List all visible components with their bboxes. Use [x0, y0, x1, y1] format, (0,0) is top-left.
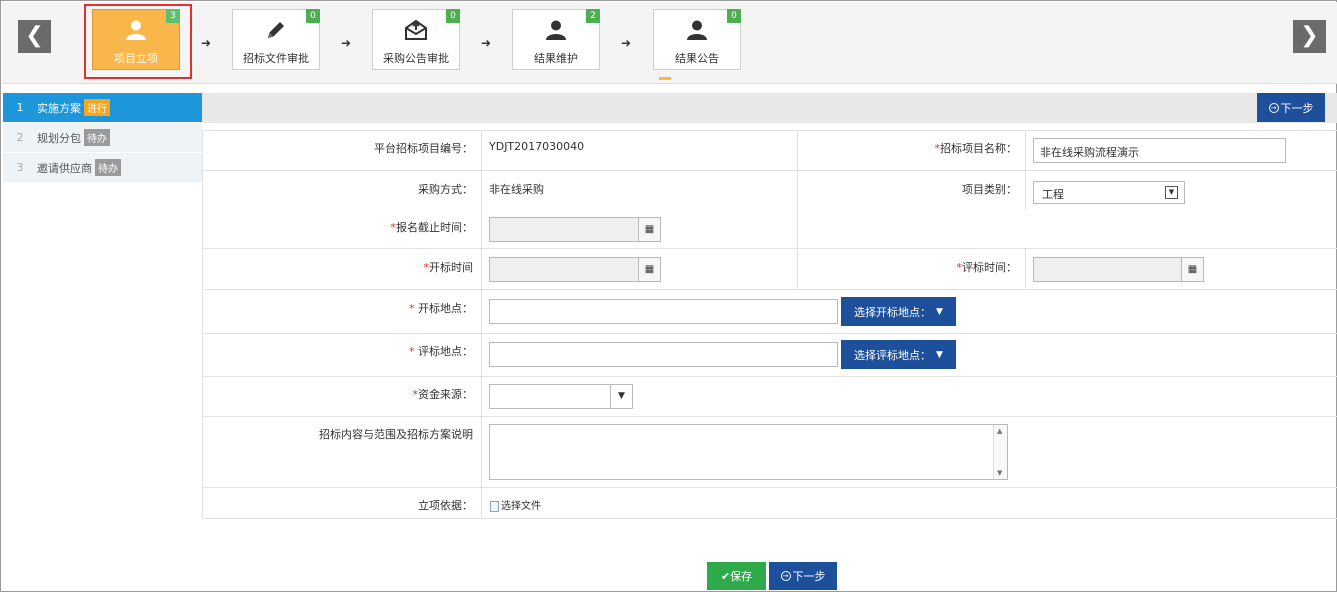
form-header-bar — [202, 93, 1337, 123]
form-row — [202, 171, 1337, 249]
step-arrow-icon: ➜ — [201, 36, 212, 50]
calendar-icon[interactable]: ▦ — [638, 218, 660, 241]
signup-deadline-input[interactable]: ▦ — [489, 217, 661, 242]
arrow-right-icon: → — [1268, 102, 1279, 113]
eval-place-input[interactable] — [489, 342, 838, 367]
step-result-maintenance[interactable]: 结果维护 2 — [512, 9, 600, 70]
step-result-notice[interactable]: 结果公告 0 — [653, 9, 741, 70]
sidebar-item-package-planning[interactable]: 2 规划分包 待办 — [3, 123, 202, 153]
sidebar-item-number: 1 — [16, 101, 24, 114]
sidebar-item-invite-suppliers[interactable]: 3 邀请供应商 待办 — [3, 153, 202, 183]
prev-arrow-button[interactable]: ❮ — [18, 20, 51, 53]
sidebar-item-number: 2 — [16, 131, 24, 144]
button-label: 保存 — [730, 570, 753, 583]
step-badge: 3 — [166, 9, 180, 23]
check-icon: ✔ — [720, 570, 731, 583]
step-arrow-icon: ➜ — [621, 36, 632, 50]
step-label: 招标文件审批 — [243, 52, 309, 65]
sidebar-item-label: 规划分包 — [37, 131, 81, 145]
step-purchase-notice-approval[interactable]: 采购公告审批 0 — [372, 9, 460, 70]
calendar-icon[interactable]: ▦ — [1181, 258, 1203, 281]
sidebar-item-implementation-plan[interactable]: 1 实施方案 进行 — [3, 93, 202, 123]
step-label: 结果维护 — [534, 52, 578, 65]
eval-time-input[interactable]: ▦ — [1033, 257, 1204, 282]
right-label-divider — [1025, 130, 1026, 210]
chevron-down-icon: ▼ — [610, 385, 632, 408]
label-column-divider — [481, 130, 482, 519]
field-label-scope: 招标内容与范围及招标方案说明 — [319, 428, 473, 441]
app-frame: ❮ 项目立项 3 ➜ 招标文件审批 0 ➜ 采购公告审批 0 ➜ 结果维护 2 … — [0, 0, 1337, 592]
textarea-scrollbar[interactable]: ▲ ▼ — [993, 425, 1007, 479]
open-time-input[interactable]: ▦ — [489, 257, 661, 282]
field-label-project-name: *招标项目名称： — [934, 142, 1018, 155]
select-open-place-button[interactable]: 选择开标地点： ▼ — [841, 297, 956, 326]
step-scroll-indicator — [659, 77, 671, 80]
choose-file-button[interactable]: 选择文件 — [490, 497, 541, 512]
field-label-fund-source: *资金来源： — [412, 388, 474, 401]
project-no-value: YDJT2017030040 — [489, 140, 585, 153]
step-label: 采购公告审批 — [383, 52, 449, 65]
scope-textarea[interactable]: ▲ ▼ — [489, 424, 1008, 480]
button-label: 选择评标地点： — [854, 348, 932, 362]
step-label: 项目立项 — [114, 52, 158, 65]
chevron-down-icon: ▼ — [936, 306, 943, 317]
sidebar: 1 实施方案 进行 2 规划分包 待办 3 邀请供应商 待办 — [3, 93, 202, 183]
step-badge: 0 — [446, 9, 460, 23]
field-label-basis: 立项依据： — [418, 499, 473, 512]
field-label-signup-deadline: *报名截止时间： — [390, 221, 474, 234]
open-place-input[interactable] — [489, 299, 838, 324]
sidebar-item-label: 实施方案 — [37, 101, 81, 115]
step-badge: 0 — [727, 9, 741, 23]
status-badge: 进行 — [84, 99, 110, 116]
sidebar-item-label: 邀请供应商 — [37, 161, 92, 175]
step-badge: 2 — [586, 9, 600, 23]
form-left-border — [202, 130, 203, 519]
save-button[interactable]: ✔保存 — [707, 562, 766, 590]
arrow-right-icon: → — [780, 571, 791, 581]
project-name-input[interactable]: 非在线采购流程演示 — [1033, 138, 1286, 163]
step-tender-doc-approval[interactable]: 招标文件审批 0 — [232, 9, 320, 70]
field-label-open-time: *开标时间 — [423, 261, 474, 274]
fund-source-select[interactable]: ▼ — [489, 384, 633, 409]
file-icon — [490, 500, 499, 512]
step-arrow-icon: ➜ — [341, 36, 352, 50]
chevron-down-icon: ▼ — [936, 349, 943, 360]
button-label: 选择文件 — [501, 501, 541, 512]
field-label-eval-place: * 评标地点： — [409, 345, 473, 358]
button-label: 下一步 — [792, 570, 826, 583]
status-badge: 待办 — [84, 129, 110, 146]
step-badge: 0 — [306, 9, 320, 23]
next-step-button[interactable]: → 下一步 — [769, 562, 837, 590]
field-label-project-no: 平台招标项目编号： — [374, 142, 473, 155]
mid-column-divider — [797, 130, 798, 290]
sidebar-item-number: 3 — [16, 161, 24, 174]
field-label-open-place: * 开标地点： — [409, 302, 473, 315]
scroll-up-icon[interactable]: ▲ — [997, 427, 1002, 435]
next-arrow-button[interactable]: ❯ — [1293, 20, 1326, 53]
calendar-icon[interactable]: ▦ — [638, 258, 660, 281]
step-bar: ❮ 项目立项 3 ➜ 招标文件审批 0 ➜ 采购公告审批 0 ➜ 结果维护 2 … — [2, 2, 1337, 84]
step-project-setup[interactable]: 项目立项 3 — [92, 9, 180, 70]
next-step-button-top[interactable]: → 下一步 — [1257, 93, 1325, 122]
select-eval-place-button[interactable]: 选择评标地点： ▼ — [841, 340, 956, 369]
button-label: 下一步 — [1280, 101, 1314, 115]
right-label-divider — [1025, 249, 1026, 290]
button-label: 选择开标地点： — [854, 305, 932, 319]
scroll-down-icon[interactable]: ▼ — [997, 469, 1002, 477]
field-label-eval-time: *评标时间： — [956, 261, 1018, 274]
step-label: 结果公告 — [675, 52, 719, 65]
step-arrow-icon: ➜ — [481, 36, 492, 50]
status-badge: 待办 — [95, 159, 121, 176]
